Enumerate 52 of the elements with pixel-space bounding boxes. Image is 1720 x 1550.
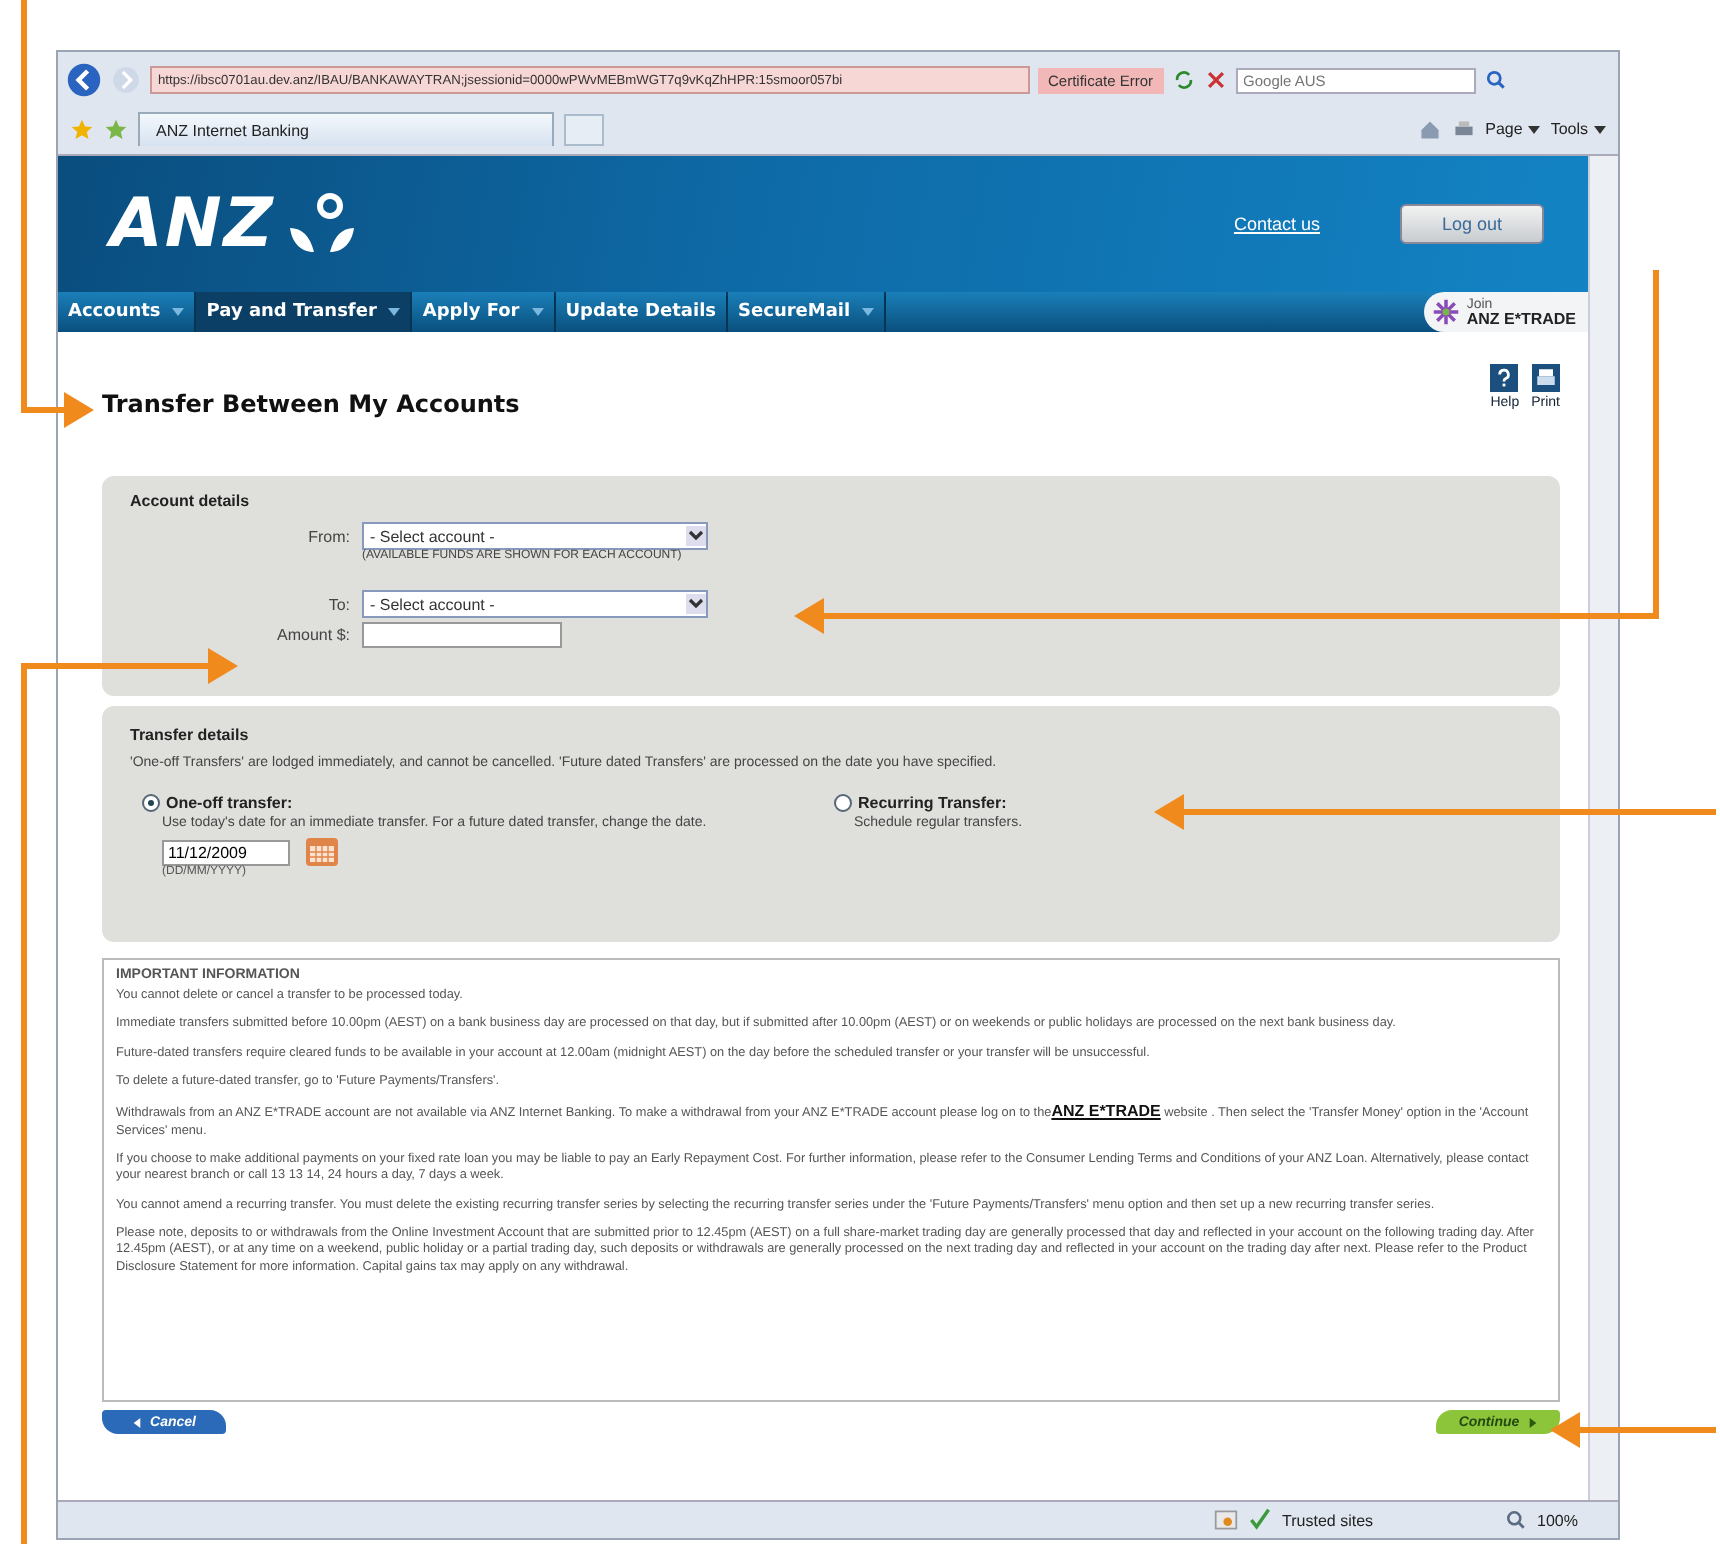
- printer-icon[interactable]: [1531, 363, 1560, 391]
- close-icon[interactable]: [1203, 68, 1228, 92]
- caret-icon: [862, 308, 875, 316]
- star-icon[interactable]: [70, 117, 94, 141]
- date-field[interactable]: 11/12/2009: [162, 839, 290, 865]
- nav-menu-item[interactable]: Update Details: [555, 292, 729, 332]
- etrade-link[interactable]: ANZ E*TRADE: [1051, 1102, 1161, 1121]
- back-icon[interactable]: [66, 62, 102, 98]
- to-account-dropdown[interactable]: - Select account -: [362, 590, 708, 618]
- caret-icon: [388, 308, 401, 316]
- checkmark-icon: [1248, 1508, 1273, 1532]
- contact-us-link[interactable]: Contact us: [1233, 214, 1320, 234]
- logo: ANZ: [110, 184, 275, 264]
- option-label: One-off transfer:: [166, 794, 293, 812]
- caret-right-icon: [1527, 1417, 1538, 1427]
- field-label: Amount $:: [275, 626, 350, 644]
- star-burst-icon: [1432, 298, 1461, 326]
- radio-button[interactable]: [834, 794, 852, 812]
- section-heading: Transfer details: [130, 726, 251, 744]
- caret-icon: [531, 308, 544, 316]
- search-icon[interactable]: [1483, 68, 1508, 92]
- zoom-level[interactable]: 100%: [1537, 1511, 1578, 1529]
- radio-button[interactable]: [142, 794, 160, 812]
- field-label: To:: [326, 595, 350, 613]
- browser-tab[interactable]: ANZ Internet Banking: [138, 112, 554, 146]
- calendar-icon[interactable]: [306, 838, 338, 866]
- promo-brand: ANZ E*TRADE: [1466, 311, 1576, 327]
- field-label: From:: [306, 527, 350, 545]
- option-label: Recurring Transfer:: [858, 794, 1007, 812]
- nav-menu-item[interactable]: SecureMail: [728, 292, 887, 332]
- caret-icon[interactable]: [1594, 125, 1606, 133]
- caret-icon[interactable]: [1528, 125, 1541, 133]
- amount-field[interactable]: [362, 622, 562, 648]
- caret-icon: [172, 308, 185, 316]
- scrollbar[interactable]: [1588, 156, 1618, 1500]
- toolbar-menu[interactable]: Page: [1485, 120, 1523, 138]
- security-zone: Trusted sites: [1282, 1511, 1374, 1529]
- security-icon: [1214, 1508, 1239, 1532]
- refresh-icon[interactable]: [1171, 68, 1196, 92]
- zoom-icon[interactable]: [1503, 1508, 1528, 1532]
- nav-menu-item[interactable]: Apply For: [412, 292, 556, 332]
- log-out-button[interactable]: Log out: [1400, 204, 1544, 244]
- dropdown-icon: [686, 526, 706, 546]
- dropdown-icon: [686, 594, 706, 614]
- page-title: Transfer Between My Accounts: [102, 390, 520, 418]
- caret-left-icon: [132, 1417, 143, 1427]
- home-icon[interactable]: [1417, 117, 1442, 141]
- nav-menu-item[interactable]: Pay and Transfer: [196, 292, 413, 332]
- section-heading: Account details: [130, 492, 252, 510]
- from-account-dropdown[interactable]: - Select account -: [362, 522, 708, 550]
- toolbar-menu[interactable]: Tools: [1550, 120, 1588, 138]
- help-icon[interactable]: [1490, 363, 1519, 391]
